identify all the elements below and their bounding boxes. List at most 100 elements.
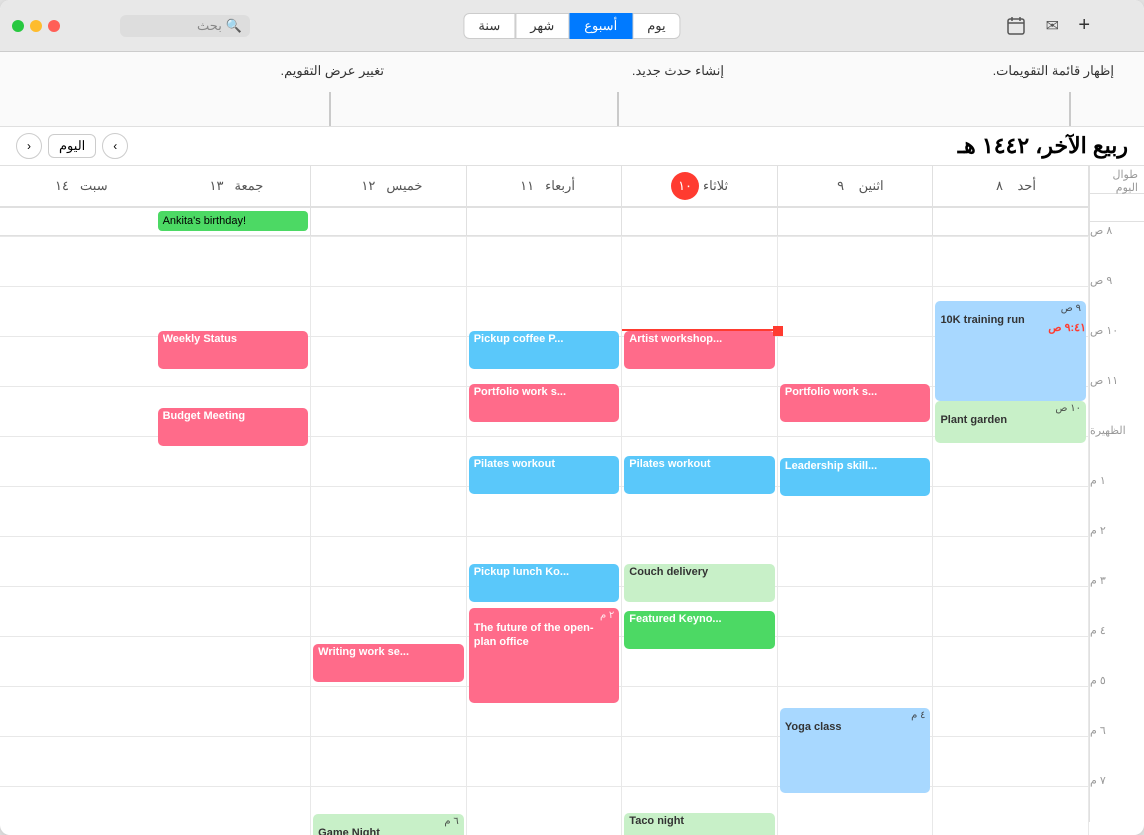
day-header-mon: اثنين ٩ [778,166,934,206]
birthday-event[interactable]: Ankita's birthday! [158,211,309,231]
day-name-mon: اثنين [859,178,884,194]
search-box[interactable]: 🔍 بحث [120,15,250,37]
event-pilates-wed[interactable]: Pilates workout [469,456,620,494]
event-portfolio-mon[interactable]: Portfolio work s... [780,384,931,422]
time-label-3pm: ٣ م [1089,572,1144,622]
annotation-calendars: إظهار قائمة التقويمات. [993,62,1114,80]
inbox-icon[interactable]: ✉ [1038,12,1066,40]
nav-controls: › اليوم ‹ [16,133,128,159]
fullscreen-button[interactable] [12,20,24,32]
event-title: Plant garden [940,414,1081,426]
time-label-4pm: ٤ م [1089,622,1144,672]
day-num-tue[interactable]: ١٠ [671,172,699,200]
time-labels: طوال اليوم ٨ ص ٩ ص ١٠ ص ١١ ص الظهيرة ١ م… [1089,166,1144,835]
day-num-thu[interactable]: ١٢ [354,172,382,200]
day-num-sun[interactable]: ٨ [985,172,1013,200]
annotation-lines [0,52,1144,126]
event-title: Portfolio work s... [785,386,926,398]
day-name-wed: أربعاء [545,178,575,194]
event-time: ٢ م [474,610,615,621]
day-num-wed[interactable]: ١١ [513,172,541,200]
event-pilates-tue[interactable]: Pilates workout [624,456,775,494]
annotations-bar: إظهار قائمة التقويمات. إنشاء حدث جديد. ت… [0,52,1144,127]
time-label-8am: ٨ ص [1089,222,1144,272]
event-title: Weekly Status [163,333,304,345]
grid-inner: ٩:٤١ ص ٩ ص 10K training run ١٠ ص P [0,236,1089,835]
all-day-time-label: طوال اليوم [1089,166,1144,194]
time-label-1pm: ١ م [1089,472,1144,522]
event-couch-delivery[interactable]: Couch delivery [624,564,775,602]
time-label-9am: ٩ ص [1089,272,1144,322]
event-featured-keynote[interactable]: Featured Keyno... [624,611,775,649]
event-title: Portfolio work s... [474,386,615,398]
calendars-list-icon[interactable] [1002,12,1030,40]
event-pickup-lunch[interactable]: Pickup lunch Ko... [469,564,620,602]
day-header-thu: خميس ١٢ [311,166,467,206]
event-portfolio-wed[interactable]: Portfolio work s... [469,384,620,422]
view-week-button[interactable]: أسبوع [569,13,632,39]
event-artist-workshop[interactable]: Artist workshop... [624,331,775,369]
prev-week-button[interactable]: ‹ [16,133,42,159]
day-col-mon: Portfolio work s... Leadership skill... … [778,236,934,835]
day-header-sun: أحد ٨ [933,166,1089,206]
event-title: Leadership skill... [785,460,926,472]
event-title: Budget Meeting [163,410,304,422]
next-week-button[interactable]: › [102,133,128,159]
time-label-11am: ١١ ص [1089,372,1144,422]
all-day-sun [933,208,1089,235]
event-future-office[interactable]: ٢ م The future of the open-plan office [469,608,620,703]
event-time: ٤ م [785,710,926,721]
event-title: Pickup coffee P... [474,333,615,345]
add-event-button[interactable]: + [1074,14,1094,37]
event-game-night[interactable]: ٦ م Game Night [313,814,464,835]
event-title: Taco night [629,815,770,827]
event-pickup-coffee[interactable]: Pickup coffee P... [469,331,620,369]
event-title: Couch delivery [629,566,770,578]
event-time: ٦ م [318,816,459,827]
event-title: Artist workshop... [629,333,770,345]
event-weekly-status[interactable]: Weekly Status [158,331,309,369]
day-name-fri: جمعة [234,178,263,194]
event-budget-meeting[interactable]: Budget Meeting [158,408,309,446]
day-num-sat[interactable]: ١٤ [48,172,76,200]
all-day-tue [622,208,778,235]
close-button[interactable] [48,20,60,32]
event-title: Pickup lunch Ko... [474,566,615,578]
nav-bar: ربيع الآخر، ١٤٤٢ هـ › اليوم ‹ [0,127,1144,166]
day-name-tue: ثلاثاء [703,178,728,194]
event-title: Yoga class [785,721,926,733]
calendar-grid: أحد ٨ اثنين ٩ ثلاثاء ١٠ أربعاء ١١ [0,166,1089,835]
day-header-fri: جمعة ١٣ [156,166,312,206]
view-year-button[interactable]: سنة [463,13,515,39]
calendar-body: طوال اليوم ٨ ص ٩ ص ١٠ ص ١١ ص الظهيرة ١ م… [0,166,1144,835]
event-title: Game Night [318,827,459,835]
time-label-7pm: ٧ م [1089,772,1144,822]
event-yoga[interactable]: ٤ م Yoga class [780,708,931,793]
grid-scroll[interactable]: ٩:٤١ ص ٩ ص 10K training run ١٠ ص P [0,236,1089,835]
event-title: Featured Keyno... [629,613,770,625]
day-header-sat: سبت ١٤ [0,166,156,206]
day-num-fri[interactable]: ١٣ [202,172,230,200]
time-label-noon: الظهيرة [1089,422,1144,472]
today-button[interactable]: اليوم [48,134,96,158]
event-10k-training[interactable]: ٩ ص 10K training run [935,301,1086,401]
event-writing-work[interactable]: Writing work se... [313,644,464,682]
all-day-fri: Ankita's birthday! [156,208,312,235]
time-label-6pm: ٦ م [1089,722,1144,772]
time-label-placeholder [1089,194,1144,222]
day-col-fri: Weekly Status Budget Meeting [156,236,312,835]
month-title: ربيع الآخر، ١٤٤٢ هـ [958,133,1128,159]
view-month-button[interactable]: شهر [515,13,569,39]
toolbar-right: + ✉ [1002,12,1094,40]
annotation-new-event: إنشاء حدث جديد. [632,62,724,80]
annotation-change-view: تغيير عرض التقويم. [281,62,384,80]
minimize-button[interactable] [30,20,42,32]
day-num-mon[interactable]: ٩ [827,172,855,200]
time-label-10am: ١٠ ص [1089,322,1144,372]
day-col-thu: Writing work se... ٦ م Game Night [311,236,467,835]
event-leadership[interactable]: Leadership skill... [780,458,931,496]
event-taco-night[interactable]: Taco night [624,813,775,835]
view-day-button[interactable]: يوم [632,13,680,39]
all-day-sat [0,208,156,235]
event-plant-garden[interactable]: ١٠ ص Plant garden [935,401,1086,443]
